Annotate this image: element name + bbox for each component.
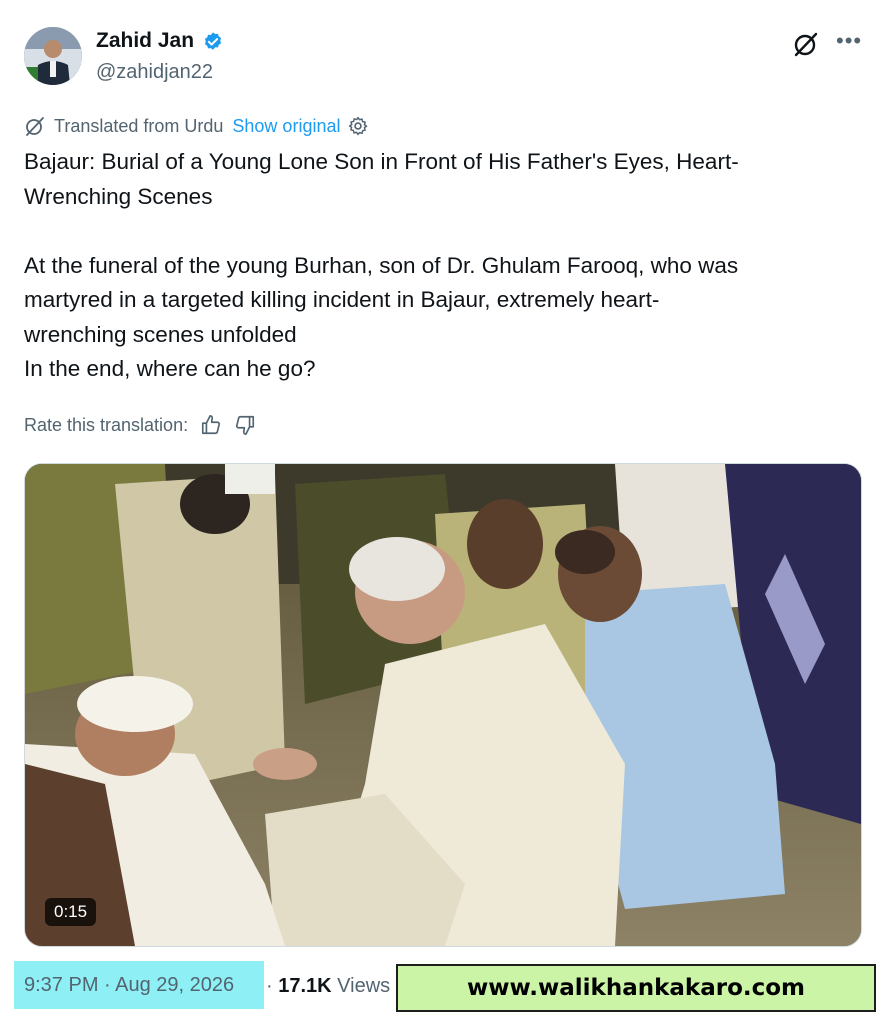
- translated-label: Translated from Urdu: [54, 115, 224, 136]
- tweet-line: In the end, where can he go?: [24, 356, 316, 381]
- watermark-banner: www.walikhankakaro.com: [396, 964, 876, 1012]
- tweet-line: Wrenching Scenes: [24, 183, 213, 209]
- translation-bar: Translated from Urdu Show original: [24, 114, 369, 138]
- rate-translation: Rate this translation:: [24, 414, 256, 436]
- gear-icon[interactable]: [347, 115, 369, 137]
- thumbs-down-icon[interactable]: [234, 414, 256, 436]
- avatar[interactable]: [24, 27, 82, 85]
- video-player[interactable]: 0:15: [24, 463, 862, 947]
- show-original-link[interactable]: Show original: [232, 116, 340, 137]
- thumbs-up-icon[interactable]: [200, 414, 222, 436]
- video-duration: 0:15: [45, 898, 97, 926]
- tweet-line: Bajaur: Burial of a Young Lone Son in Fr…: [24, 149, 739, 174]
- views-number: 17.1K: [278, 975, 332, 997]
- views-label: Views: [337, 975, 391, 997]
- tweet-text: Bajaur: Burial of a Young Lone Son in Fr…: [24, 145, 854, 387]
- separator: ·: [266, 975, 273, 997]
- grok-icon[interactable]: [792, 30, 820, 58]
- tweet-line: martyred in a targeted killing incident …: [24, 287, 660, 312]
- tweet-timestamp[interactable]: 9:37 PM · Aug 29, 2026: [14, 961, 264, 1009]
- tweet-line: At the funeral of the young Burhan, son …: [24, 252, 739, 278]
- author-name[interactable]: Zahid Jan: [96, 29, 194, 53]
- grok-translate-icon: [26, 117, 44, 136]
- video-thumbnail: [25, 464, 861, 946]
- tweet-line: wrenching scenes unfolded: [24, 321, 297, 347]
- author-handle[interactable]: @zahidjan22: [96, 61, 213, 84]
- rate-label: Rate this translation:: [24, 414, 189, 435]
- view-count: · 17.1K Views: [266, 975, 390, 998]
- verified-badge-icon: [204, 32, 222, 50]
- more-options-icon[interactable]: •••: [836, 28, 862, 54]
